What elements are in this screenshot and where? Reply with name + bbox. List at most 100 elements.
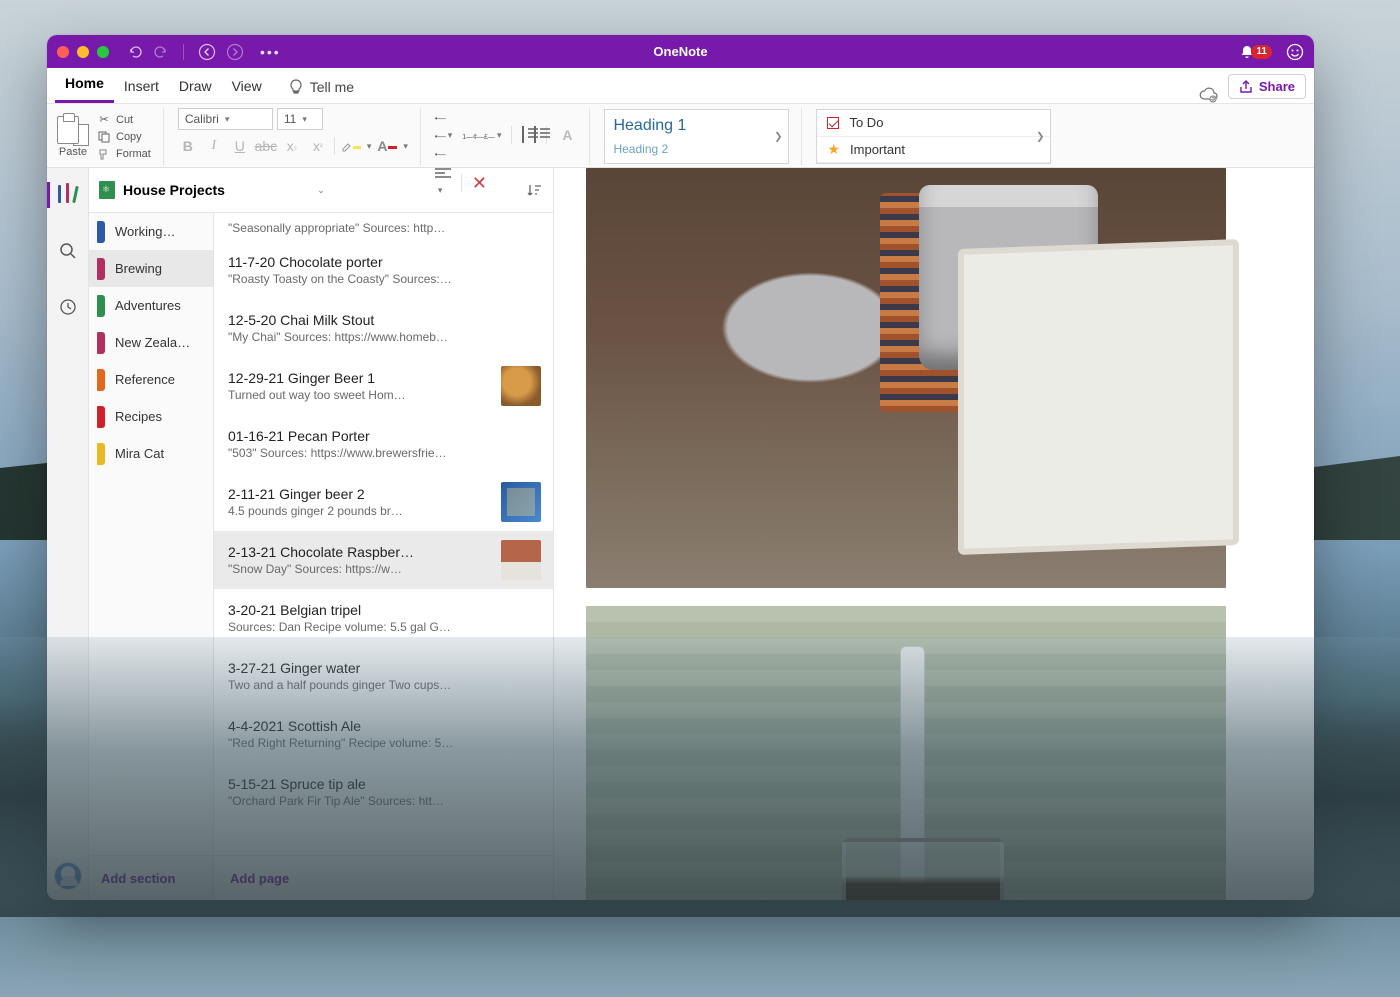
desktop-background: ••• OneNote 11 Home Insert Draw View Tel… (0, 0, 1400, 997)
undo-icon[interactable] (127, 44, 143, 60)
close-window-button[interactable] (57, 46, 69, 58)
paste-icon (57, 116, 89, 144)
section-item[interactable]: Brewing (89, 250, 213, 287)
cut-button[interactable]: ✂Cut (97, 113, 151, 127)
highlight-color-button[interactable] (341, 136, 361, 156)
clear-formatting-button[interactable]: A (557, 125, 577, 145)
notebooks-rail-button[interactable] (47, 178, 89, 212)
page-item[interactable]: 5-15-21 Spruce tip ale"Orchard Park Fir … (214, 763, 553, 821)
maximize-window-button[interactable] (97, 46, 109, 58)
page-item[interactable]: 01-16-21 Pecan Porter"503" Sources: http… (214, 415, 553, 473)
nav-forward-icon[interactable] (226, 43, 244, 61)
page-subtitle: "Red Right Returning" Recipe volume: 5… (228, 736, 541, 750)
tab-home[interactable]: Home (55, 67, 114, 103)
nav-back-icon[interactable] (198, 43, 216, 61)
italic-button[interactable]: I (204, 136, 224, 156)
bulleted-list-button[interactable]: ▾ (435, 108, 452, 162)
page-title: 3-20-21 Belgian tripel (228, 602, 541, 618)
paste-button[interactable]: Paste (57, 116, 89, 158)
heading-2-style[interactable]: Heading 2 (613, 142, 780, 156)
clear-formatting-icon: A (562, 127, 572, 143)
tab-draw[interactable]: Draw (169, 70, 222, 103)
page-subtitle: "Roasty Toasty on the Coasty" Sources:… (228, 272, 541, 286)
highlighter-icon (341, 140, 353, 152)
share-button[interactable]: Share (1228, 74, 1306, 99)
numbered-list-button[interactable]: ▾ (462, 126, 501, 144)
add-section-button[interactable]: Add section (89, 855, 213, 900)
section-label: Mira Cat (115, 446, 164, 461)
more-icon[interactable]: ••• (260, 44, 281, 60)
format-painter-button[interactable]: Format (97, 147, 151, 161)
font-family-select[interactable]: Calibri▾ (178, 108, 273, 130)
underline-button[interactable]: U (230, 136, 250, 156)
sort-button[interactable] (527, 182, 543, 198)
note-image-1[interactable] (586, 168, 1226, 588)
notifications-button[interactable]: 11 (1239, 44, 1272, 60)
redo-icon[interactable] (153, 44, 169, 60)
note-image-2[interactable] (586, 606, 1226, 900)
subscript-button[interactable]: x₂ (282, 136, 302, 156)
ribbon: Paste ✂Cut Copy Format Calibri▾ 11▾ B I … (47, 103, 1314, 168)
page-item[interactable]: 11-7-20 Chocolate porter "Roasty Toasty o… (214, 241, 553, 299)
account-avatar[interactable] (54, 862, 82, 890)
smiley-icon[interactable] (1286, 43, 1304, 61)
format-label: Format (116, 148, 151, 160)
tab-insert[interactable]: Insert (114, 70, 169, 103)
bold-button[interactable]: B (178, 136, 198, 156)
cut-label: Cut (116, 114, 133, 126)
heading-1-style[interactable]: Heading 1 (613, 117, 780, 135)
section-item[interactable]: Mira Cat (89, 435, 213, 472)
tell-me-search[interactable]: Tell me (278, 71, 364, 103)
notebook-header[interactable]: House Projects ⌄ (89, 168, 553, 213)
chevron-down-icon[interactable]: ▾ (403, 141, 408, 152)
section-item[interactable]: New Zeala… (89, 324, 213, 361)
star-icon: ★ (827, 141, 840, 158)
page-item[interactable]: 3-20-21 Belgian tripelSources: Dan Recip… (214, 589, 553, 647)
vertical-rail (47, 168, 89, 900)
chevron-right-icon[interactable]: ❯ (1036, 131, 1044, 142)
page-item[interactable]: 4-4-2021 Scottish Ale"Red Right Returnin… (214, 705, 553, 763)
page-title: 11-7-20 Chocolate porter (228, 254, 541, 270)
note-canvas[interactable] (554, 168, 1314, 900)
page-item[interactable]: 9-27-20 Pumpkin Ale"Seasonally appropria… (214, 213, 553, 241)
page-item[interactable]: 2-11-21 Ginger beer 24.5 pounds ginger 2… (214, 473, 553, 531)
app-title: OneNote (653, 44, 707, 59)
page-item[interactable]: 3-27-21 Ginger waterTwo and a half pound… (214, 647, 553, 705)
notebook-icon (99, 181, 115, 199)
page-item[interactable]: 12-5-20 Chai Milk Stout"My Chai" Sources… (214, 299, 553, 357)
bulleted-list-icon (435, 108, 446, 162)
chevron-right-icon[interactable]: ❯ (774, 131, 782, 142)
section-color-tab (97, 406, 105, 428)
numbered-list-icon (462, 126, 495, 144)
tags-gallery[interactable]: To Do ★Important ❯ (816, 109, 1051, 164)
section-item[interactable]: Reference (89, 361, 213, 398)
tag-todo[interactable]: To Do (817, 110, 1050, 137)
font-color-button[interactable]: A (377, 136, 397, 156)
search-rail-button[interactable] (47, 234, 89, 268)
styles-gallery[interactable]: Heading 1 Heading 2 ❯ (604, 109, 789, 164)
toolbar-divider (183, 44, 184, 60)
chevron-down-icon[interactable]: ▾ (367, 141, 372, 152)
page-item[interactable]: 2-13-21 Chocolate Raspber…"Snow Day" Sou… (214, 531, 553, 589)
decrease-indent-button[interactable] (522, 126, 524, 144)
sync-status-icon[interactable] (1198, 87, 1218, 103)
recent-rail-button[interactable] (47, 290, 89, 324)
sort-icon (527, 182, 543, 198)
strikethrough-button[interactable]: abc (256, 136, 276, 156)
section-color-tab (97, 258, 105, 280)
copy-button[interactable]: Copy (97, 130, 151, 144)
section-item[interactable]: Recipes (89, 398, 213, 435)
font-group: Calibri▾ 11▾ B I U abc x₂ x² ▾ A ▾ (178, 108, 421, 165)
tab-view[interactable]: View (222, 70, 272, 103)
paragraph-group: ▾ ▾ A ▾ ✕ (435, 108, 591, 165)
minimize-window-button[interactable] (77, 46, 89, 58)
page-title: 2-13-21 Chocolate Raspber… (228, 544, 491, 560)
section-item[interactable]: Working… (89, 213, 213, 250)
tag-important[interactable]: ★Important (817, 137, 1050, 164)
superscript-button[interactable]: x² (308, 136, 328, 156)
section-label: Brewing (115, 261, 162, 276)
page-item[interactable]: 12-29-21 Ginger Beer 1Turned out way too… (214, 357, 553, 415)
add-page-button[interactable]: Add page (214, 855, 553, 900)
font-size-select[interactable]: 11▾ (277, 108, 323, 130)
section-item[interactable]: Adventures (89, 287, 213, 324)
